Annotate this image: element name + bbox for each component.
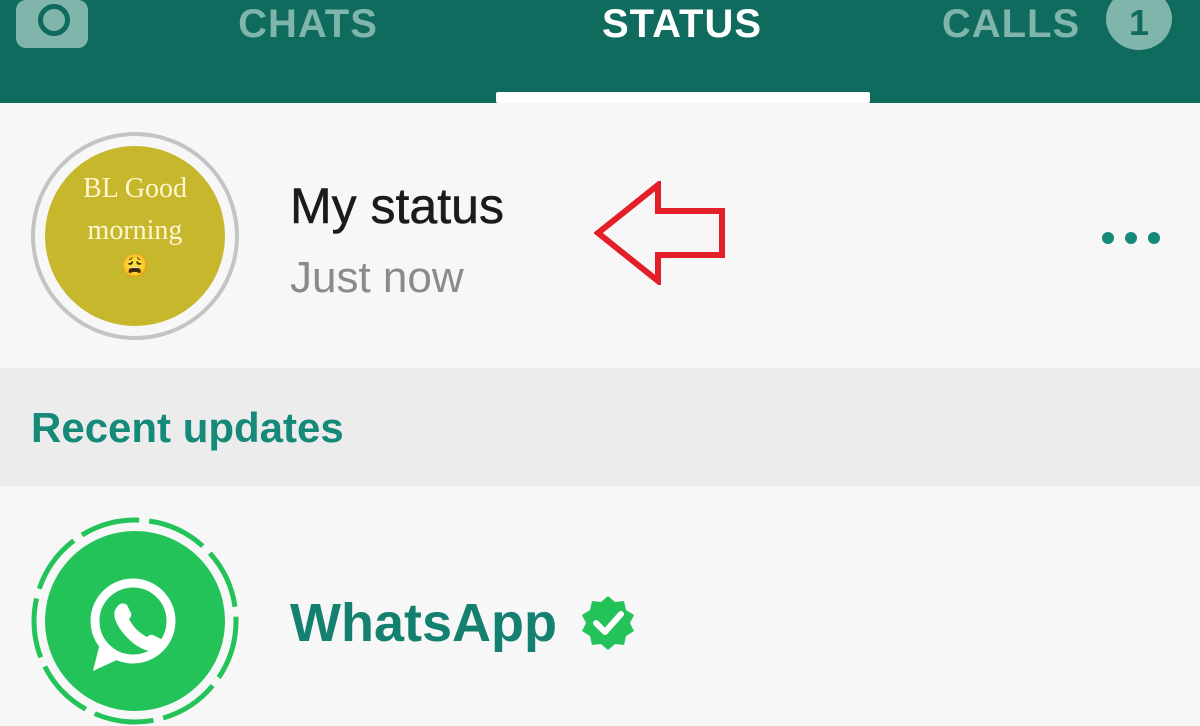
my-status-avatar-ring: BL Good morning 😩 [31, 132, 239, 340]
update-contact-name: WhatsApp [290, 593, 557, 653]
whatsapp-avatar[interactable] [45, 531, 225, 711]
tab-chats[interactable]: CHATS [228, 0, 388, 52]
thumbnail-text-line2: morning [87, 215, 183, 246]
thumbnail-emoji: 😩 [121, 253, 149, 278]
calls-badge: 1 [1106, 0, 1172, 50]
tab-calls[interactable]: CALLS [936, 0, 1086, 52]
tab-status[interactable]: STATUS [590, 0, 774, 52]
verified-check-icon [582, 596, 634, 650]
active-tab-indicator [496, 92, 870, 103]
recent-updates-header: Recent updates [0, 368, 1200, 486]
thumbnail-text-line1: BL Good [83, 173, 187, 204]
app-header: CHATS STATUS CALLS 1 [0, 0, 1200, 103]
my-status-row[interactable]: BL Good morning 😩 My status Just now [0, 103, 1200, 368]
my-status-time: Just now [290, 253, 464, 302]
my-status-thumbnail[interactable]: BL Good morning 😩 [45, 146, 225, 326]
camera-icon[interactable] [16, 0, 88, 48]
recent-updates-label: Recent updates [31, 404, 344, 451]
arrow-left-outline-icon [594, 181, 725, 285]
more-horizontal-icon[interactable] [1096, 223, 1166, 253]
whatsapp-logo-icon [90, 578, 176, 671]
status-update-row[interactable]: WhatsApp [0, 486, 1200, 725]
my-status-title: My status [290, 178, 504, 235]
